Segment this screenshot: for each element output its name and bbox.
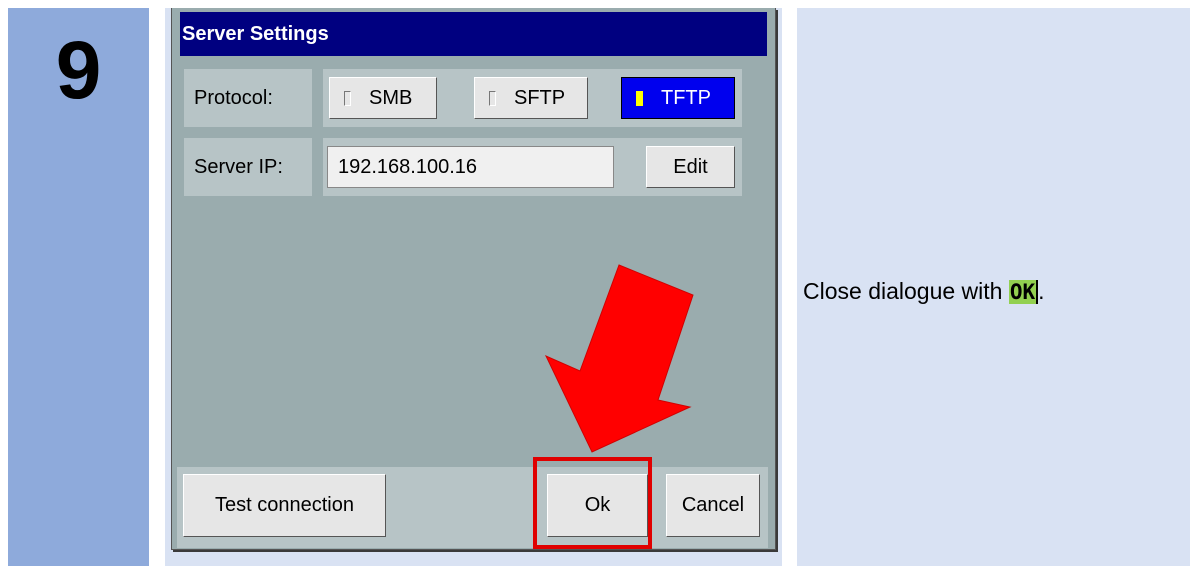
radio-indicator-icon	[489, 90, 496, 106]
server-ip-label: Server IP:	[184, 138, 312, 196]
edit-button[interactable]: Edit	[646, 146, 735, 188]
radio-indicator-selected-icon	[636, 90, 643, 106]
ok-highlight: OK	[1008, 280, 1039, 304]
instruction-text-before: Close dialogue with	[803, 278, 1009, 304]
server-ip-field[interactable]: 192.168.100.16	[327, 146, 614, 188]
cancel-button[interactable]: Cancel	[666, 474, 760, 537]
ok-highlight-box	[533, 457, 652, 549]
protocol-label: Protocol:	[184, 69, 312, 127]
dialog-title: Server Settings	[180, 12, 767, 56]
protocol-option-smb[interactable]: SMB	[329, 77, 437, 119]
test-connection-button[interactable]: Test connection	[183, 474, 386, 537]
instruction-column: Close dialogue with OK.	[797, 8, 1190, 566]
protocol-option-label: SMB	[369, 86, 413, 109]
protocol-option-label: TFTP	[661, 86, 711, 109]
step-number-column: 9	[8, 8, 149, 566]
instruction-step: 9 Close dialogue with OK. Server Setting…	[0, 0, 1190, 566]
radio-indicator-icon	[344, 90, 351, 106]
protocol-option-label: SFTP	[514, 86, 566, 109]
protocol-option-sftp[interactable]: SFTP	[474, 77, 588, 119]
instruction-text: Close dialogue with OK.	[803, 278, 1045, 305]
server-settings-dialog: Server Settings Protocol: SMB SFTP TFTP …	[171, 8, 776, 550]
protocol-option-tftp[interactable]: TFTP	[621, 77, 735, 119]
instruction-text-after: .	[1038, 278, 1045, 304]
step-number: 9	[55, 25, 102, 116]
